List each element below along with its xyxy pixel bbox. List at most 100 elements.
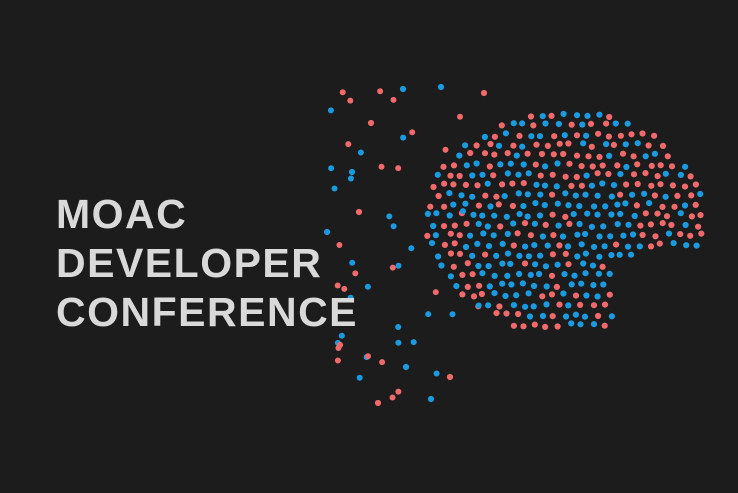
brain-dot [395,165,402,172]
brain-dot [515,171,522,178]
brain-dot [462,243,470,251]
brain-dot [432,232,439,239]
brain-dot [521,220,529,227]
brain-dot [562,250,569,257]
brain-dot [595,270,603,277]
brain-dot [451,240,458,247]
brain-dot [570,211,577,218]
brain-dot [594,211,601,218]
brain-dot [576,203,583,210]
brain-dot [516,252,523,259]
brain-dot [490,172,497,179]
brain-dot [487,140,494,148]
brain-dot [486,283,493,290]
brain-dot [481,150,489,157]
brain-dot [491,212,498,219]
brain-dot [485,243,493,250]
brain-dot [652,233,659,240]
brain-dot [456,232,463,239]
brain-dot [599,162,606,169]
brain-dot [441,241,448,248]
brain-dot [629,231,637,238]
brain-dot [614,201,621,208]
brain-dot [628,131,635,138]
brain-dot [659,220,666,227]
brain-dot [533,141,540,148]
brain-dot [606,113,613,121]
brain-dot [408,245,415,252]
brain-dot [496,303,503,310]
brain-dot [347,97,354,104]
brain-dot [536,212,544,219]
brain-dot [367,119,375,127]
brain-dot [532,161,539,168]
brain-dot [683,242,690,249]
brain-dot [525,170,532,177]
brain-dot [395,324,402,330]
brain-dot [507,160,514,167]
brain-dot [571,272,578,279]
brain-dot [485,302,492,309]
brain-dot [480,89,488,97]
brain-dot [606,291,613,298]
brain-dot [516,210,523,218]
brain-dot [508,281,515,288]
brain-dot [475,220,482,227]
brain-dot [386,213,393,220]
brain-dot [495,201,502,208]
brain-dot [450,201,457,208]
brain-dot [450,162,458,169]
brain-dot [588,223,596,230]
brain-dot [450,181,457,188]
brain-dot [495,142,503,149]
brain-dot [572,311,580,318]
brain-dot [548,272,556,279]
brain-dot [467,149,474,157]
brain-dot [692,181,700,188]
brain-dot [536,133,544,140]
brain-dot [327,107,334,114]
brain-dot [548,291,556,298]
brain-dot [507,260,514,267]
brain-dot [395,388,402,395]
brain-dot [651,132,658,139]
brain-dot [608,313,616,320]
brain-dot [674,192,681,199]
brain-dot [504,272,511,279]
brain-dot [469,193,476,200]
brain-dot [554,261,561,268]
brain-dot [462,142,469,149]
brain-dot [541,202,548,209]
brain-dot [573,112,581,119]
brain-dot [474,240,481,247]
brain-dot [636,243,643,250]
brain-dot [568,281,575,288]
brain-dot [588,143,595,150]
brain-dot [539,312,547,320]
brain-dot [537,191,544,198]
brain-dot [377,88,384,95]
brain-dot [554,160,561,167]
brain-dot [596,111,603,118]
brain-dot [577,321,584,328]
brain-dot [446,212,453,219]
brain-dot [561,271,568,278]
brain-dot [516,132,523,139]
brain-dot [651,192,659,199]
brain-dot [657,162,664,169]
brain-dot [395,339,402,346]
brain-dot [544,242,551,249]
brain-dot [459,271,466,278]
brain-dot [389,394,396,401]
brain-dot [364,283,371,290]
brain-dot [469,252,476,259]
brain-dot [516,270,523,277]
brain-dot [565,302,572,309]
brain-dot [662,193,669,200]
brain-dot [566,160,573,167]
brain-dot [530,122,537,129]
brain-dot [478,290,485,298]
brain-dot [438,262,445,269]
brain-dot [556,301,563,308]
brain-dot [555,120,563,128]
